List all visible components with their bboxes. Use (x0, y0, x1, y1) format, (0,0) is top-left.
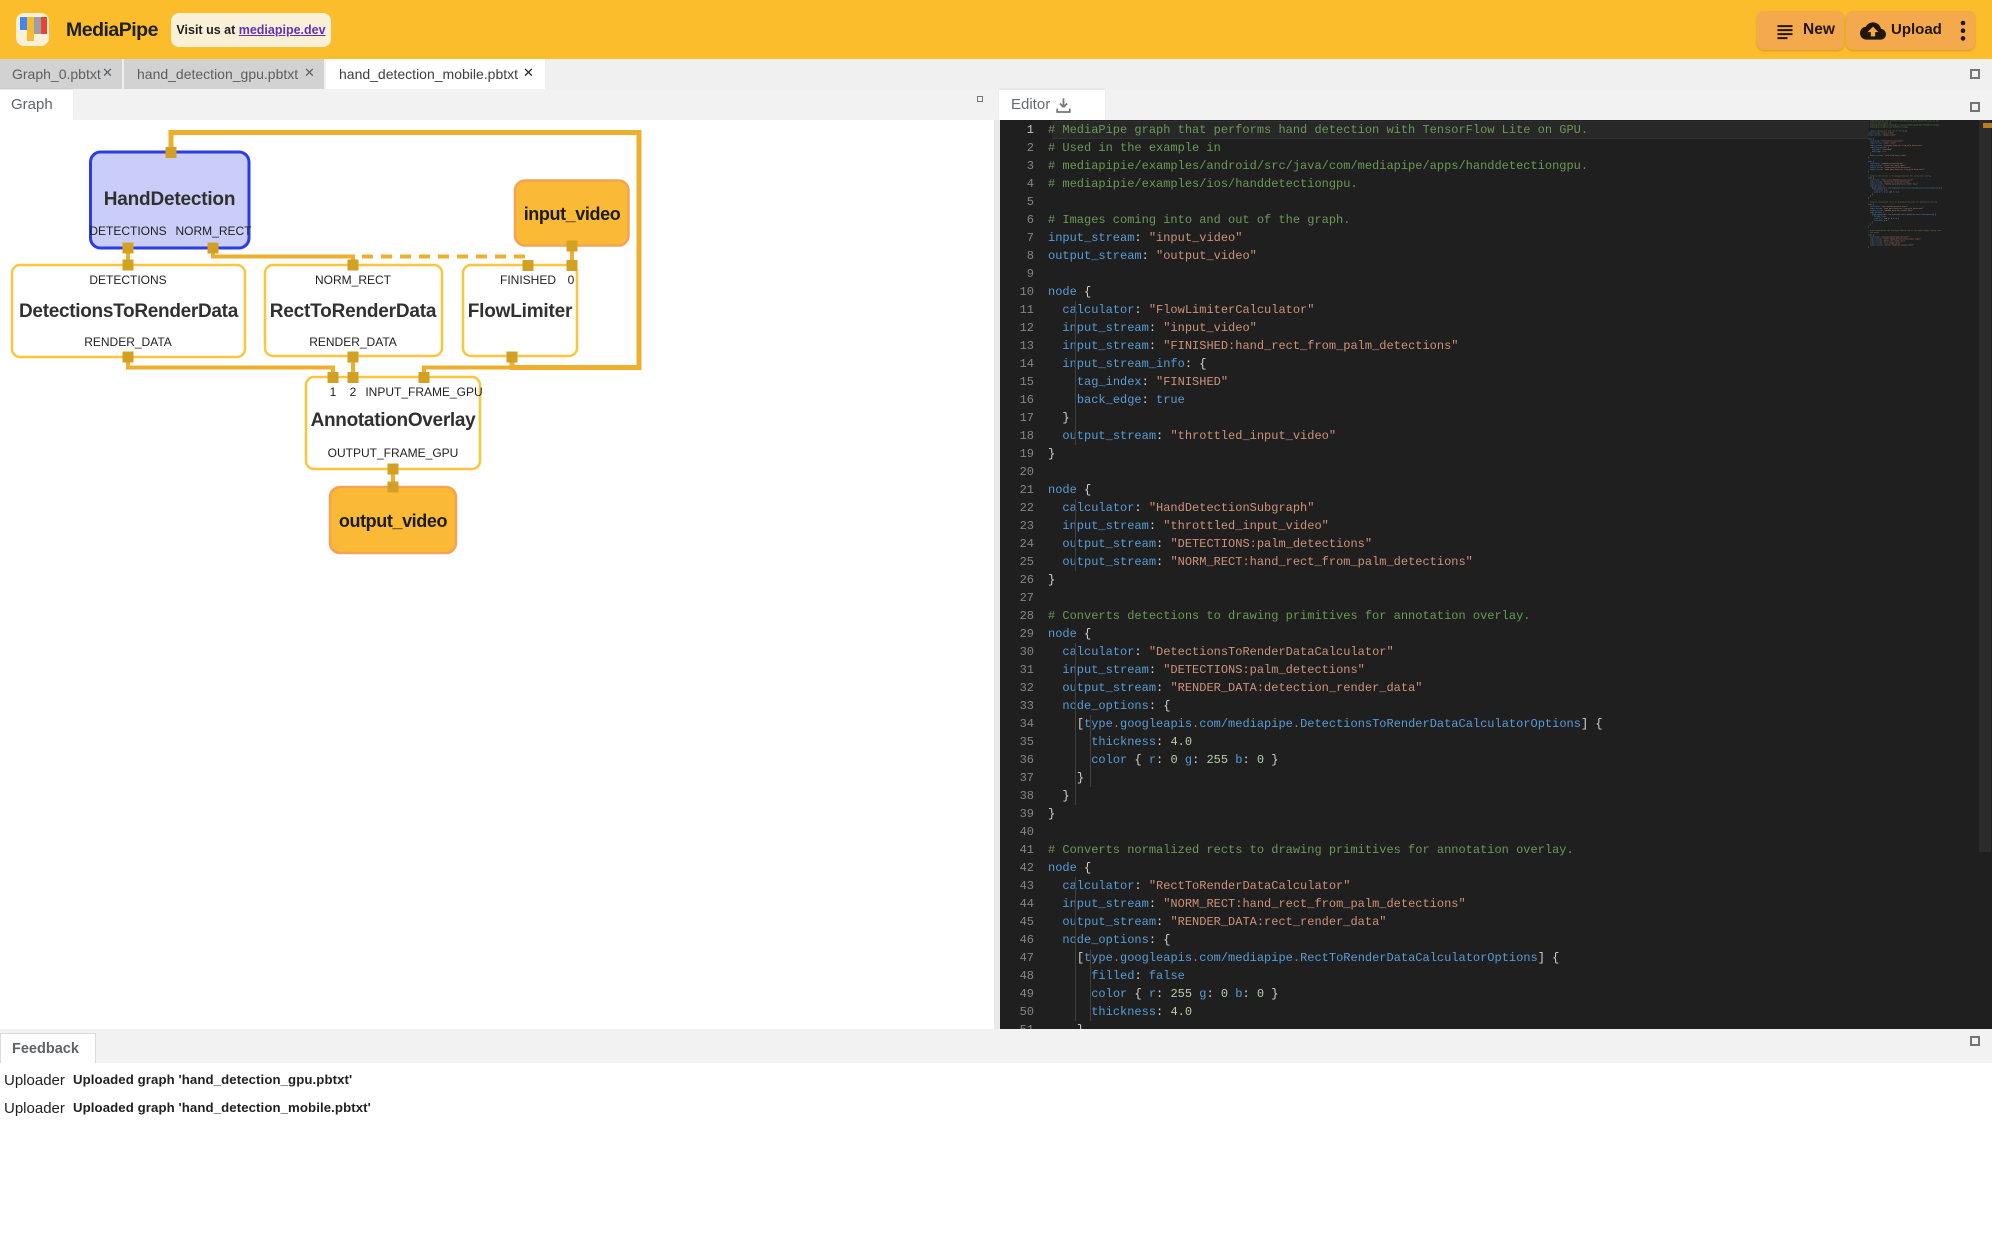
svg-text:FlowLimiter: FlowLimiter (468, 301, 573, 322)
svg-text:1: 1 (330, 385, 337, 399)
svg-text:2: 2 (350, 385, 357, 399)
svg-text:input_video: input_video (524, 204, 621, 224)
svg-text:INPUT_FRAME_GPU: INPUT_FRAME_GPU (365, 385, 482, 399)
svg-text:DetectionsToRenderData: DetectionsToRenderData (19, 301, 239, 322)
svg-text:DETECTIONS: DETECTIONS (89, 224, 166, 238)
svg-text:NORM_RECT: NORM_RECT (175, 224, 252, 238)
svg-text:OUTPUT_FRAME_GPU: OUTPUT_FRAME_GPU (328, 446, 459, 460)
svg-text:FINISHED: FINISHED (500, 273, 556, 287)
svg-text:NORM_RECT: NORM_RECT (315, 273, 392, 287)
svg-text:0: 0 (568, 273, 575, 287)
svg-text:DETECTIONS: DETECTIONS (89, 273, 166, 287)
svg-text:RectToRenderData: RectToRenderData (270, 301, 437, 322)
svg-text:AnnotationOverlay: AnnotationOverlay (311, 410, 477, 431)
svg-text:RENDER_DATA: RENDER_DATA (309, 335, 397, 349)
svg-text:HandDetection: HandDetection (104, 189, 235, 210)
svg-text:output_video: output_video (339, 511, 448, 531)
svg-text:RENDER_DATA: RENDER_DATA (84, 335, 172, 349)
